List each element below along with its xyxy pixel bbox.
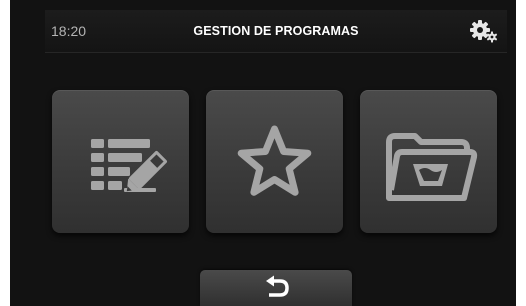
star-favorites-icon — [237, 125, 312, 196]
back-button[interactable] — [200, 270, 352, 306]
page-title: GESTION DE PROGRAMAS — [193, 24, 359, 38]
edit-programs-button[interactable] — [52, 90, 189, 233]
settings-button[interactable] — [469, 18, 499, 44]
programs-folder-button[interactable] — [360, 90, 497, 233]
device-screen: 18:20 GESTION DE PROGRAMAS — [10, 0, 516, 306]
back-return-icon — [266, 275, 289, 297]
favorites-button[interactable] — [206, 90, 343, 233]
folder-basket-icon — [386, 133, 478, 201]
settings-gears-icon — [470, 20, 498, 43]
header-bar: 18:20 GESTION DE PROGRAMAS — [45, 10, 507, 53]
edit-list-icon — [91, 139, 167, 192]
